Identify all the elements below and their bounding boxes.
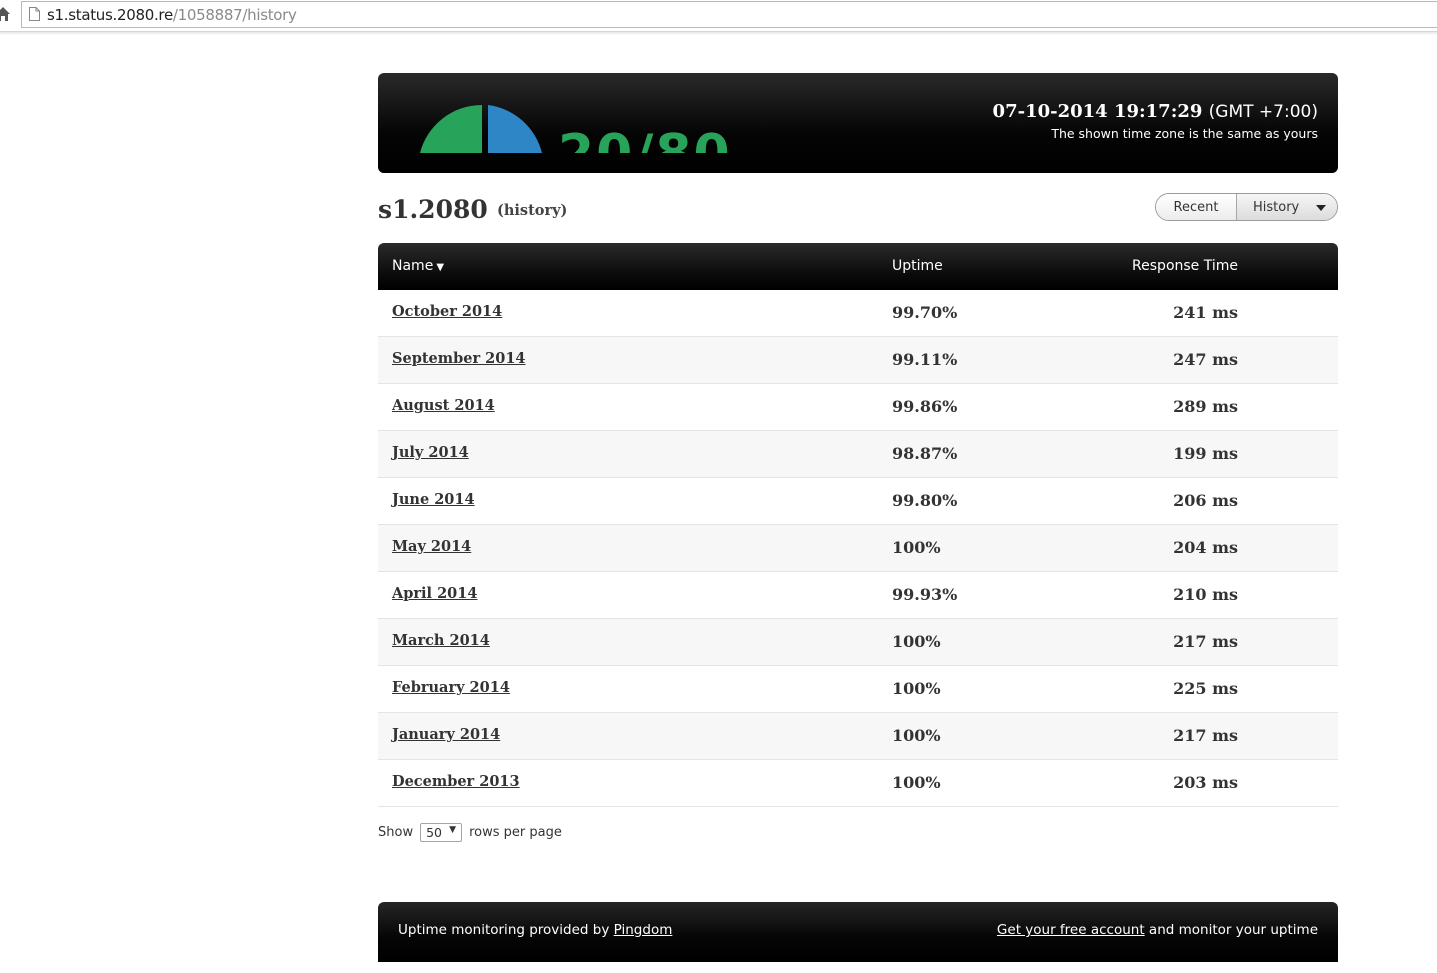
table-row: August 2014 99.86% 289 ms: [378, 384, 1338, 431]
month-link[interactable]: May 2014: [392, 538, 471, 555]
url-input[interactable]: s1.status.2080.re/1058887/history: [21, 1, 1437, 28]
sort-desc-icon: ▼: [436, 262, 445, 273]
column-header-response-time[interactable]: Response Time: [1132, 258, 1238, 274]
month-link[interactable]: October 2014: [392, 303, 502, 320]
month-link[interactable]: June 2014: [392, 491, 475, 508]
response-time-value: 203 ms: [1173, 773, 1238, 792]
current-datetime: 07-10-2014 19:17:29 (GMT +7:00): [993, 101, 1318, 122]
timezone-note: The shown time zone is the same as yours: [1051, 126, 1318, 141]
table-row: December 2013 100% 203 ms: [378, 760, 1338, 807]
table-body: October 2014 99.70% 241 ms September 2014 99…: [378, 290, 1338, 807]
show-label: Show: [378, 825, 414, 840]
month-link[interactable]: September 2014: [392, 350, 526, 367]
month-link[interactable]: January 2014: [392, 726, 500, 743]
history-label: History: [1253, 199, 1300, 215]
page-title: s1.2080: [378, 195, 488, 224]
header-banner: 20/80 07-10-2014 19:17:29 (GMT +7:00) Th…: [378, 73, 1338, 173]
uptime-value: 99.80%: [892, 491, 958, 510]
table-row: March 2014 100% 217 ms: [378, 619, 1338, 666]
url-host: s1.status.2080.re: [47, 6, 173, 24]
footer: Uptime monitoring provided by Pingdom Ge…: [378, 902, 1338, 962]
uptime-value: 100%: [892, 773, 941, 792]
response-time-value: 217 ms: [1173, 726, 1238, 745]
uptime-value: 100%: [892, 726, 941, 745]
timezone-label: (GMT +7:00): [1208, 102, 1318, 122]
logo-text: 20/80: [558, 124, 732, 153]
column-header-uptime[interactable]: Uptime: [892, 258, 943, 274]
pingdom-link[interactable]: Pingdom: [614, 922, 673, 938]
month-link[interactable]: March 2014: [392, 632, 490, 649]
address-bar-shadow: [0, 32, 1437, 35]
table-row: January 2014 100% 217 ms: [378, 713, 1338, 760]
response-time-value: 210 ms: [1173, 585, 1238, 604]
month-link[interactable]: December 2013: [392, 773, 520, 790]
uptime-value: 98.87%: [892, 444, 958, 463]
free-account-link[interactable]: Get your free account: [997, 922, 1145, 938]
uptime-value: 100%: [892, 538, 941, 557]
table-header: Name ▼ Uptime Response Time: [378, 243, 1338, 290]
column-header-name[interactable]: Name ▼: [392, 258, 444, 274]
history-table: Name ▼ Uptime Response Time October 2014 9…: [378, 243, 1338, 807]
table-row: April 2014 99.93% 210 ms: [378, 572, 1338, 619]
title-row: s1.2080 (history) Recent History: [378, 193, 1338, 227]
table-row: July 2014 98.87% 199 ms: [378, 431, 1338, 478]
page-icon: [29, 7, 40, 21]
history-dropdown-button[interactable]: History: [1237, 194, 1337, 220]
select-arrow-icon: ▼: [449, 825, 457, 835]
uptime-value: 100%: [892, 632, 941, 651]
month-link[interactable]: July 2014: [392, 444, 469, 461]
view-toggle: Recent History: [1155, 193, 1338, 221]
footer-credit-text: Uptime monitoring provided by: [398, 922, 610, 938]
response-time-value: 247 ms: [1173, 350, 1238, 369]
table-row: September 2014 99.11% 247 ms: [378, 337, 1338, 384]
logo[interactable]: 20/80: [418, 105, 738, 153]
response-time-value: 225 ms: [1173, 679, 1238, 698]
response-time-value: 289 ms: [1173, 397, 1238, 416]
month-link[interactable]: April 2014: [392, 585, 477, 602]
rows-per-page-value: 50: [426, 825, 442, 840]
response-time-value: 204 ms: [1173, 538, 1238, 557]
uptime-value: 99.93%: [892, 585, 958, 604]
uptime-value: 100%: [892, 679, 941, 698]
browser-address-bar: s1.status.2080.re/1058887/history: [0, 0, 1437, 32]
response-time-value: 217 ms: [1173, 632, 1238, 651]
response-time-value: 199 ms: [1173, 444, 1238, 463]
month-link[interactable]: August 2014: [392, 397, 495, 414]
home-icon[interactable]: [0, 6, 10, 22]
recent-button[interactable]: Recent: [1156, 194, 1237, 220]
datetime-value: 07-10-2014 19:17:29: [992, 101, 1203, 122]
rows-per-page-select[interactable]: 50 ▼: [420, 823, 463, 842]
url-text: s1.status.2080.re/1058887/history: [47, 6, 297, 24]
uptime-value: 99.11%: [892, 350, 958, 369]
rows-per-page-label: rows per page: [469, 825, 562, 840]
page-subtitle: (history): [497, 202, 568, 219]
month-link[interactable]: February 2014: [392, 679, 510, 696]
response-time-value: 241 ms: [1173, 303, 1238, 322]
uptime-value: 99.70%: [892, 303, 958, 322]
footer-signup: Get your free account and monitor your u…: [997, 922, 1318, 938]
footer-credit: Uptime monitoring provided by Pingdom: [398, 922, 672, 938]
uptime-value: 99.86%: [892, 397, 958, 416]
rows-per-page: Show 50 ▼ rows per page: [378, 823, 562, 842]
column-header-name-label: Name: [392, 258, 434, 274]
table-row: June 2014 99.80% 206 ms: [378, 478, 1338, 525]
caret-down-icon: [1316, 205, 1326, 211]
url-path: /1058887/history: [172, 6, 297, 24]
footer-signup-text: and monitor your uptime: [1148, 922, 1318, 938]
response-time-value: 206 ms: [1173, 491, 1238, 510]
table-row: May 2014 100% 204 ms: [378, 525, 1338, 572]
table-row: October 2014 99.70% 241 ms: [378, 290, 1338, 337]
table-row: February 2014 100% 225 ms: [378, 666, 1338, 713]
